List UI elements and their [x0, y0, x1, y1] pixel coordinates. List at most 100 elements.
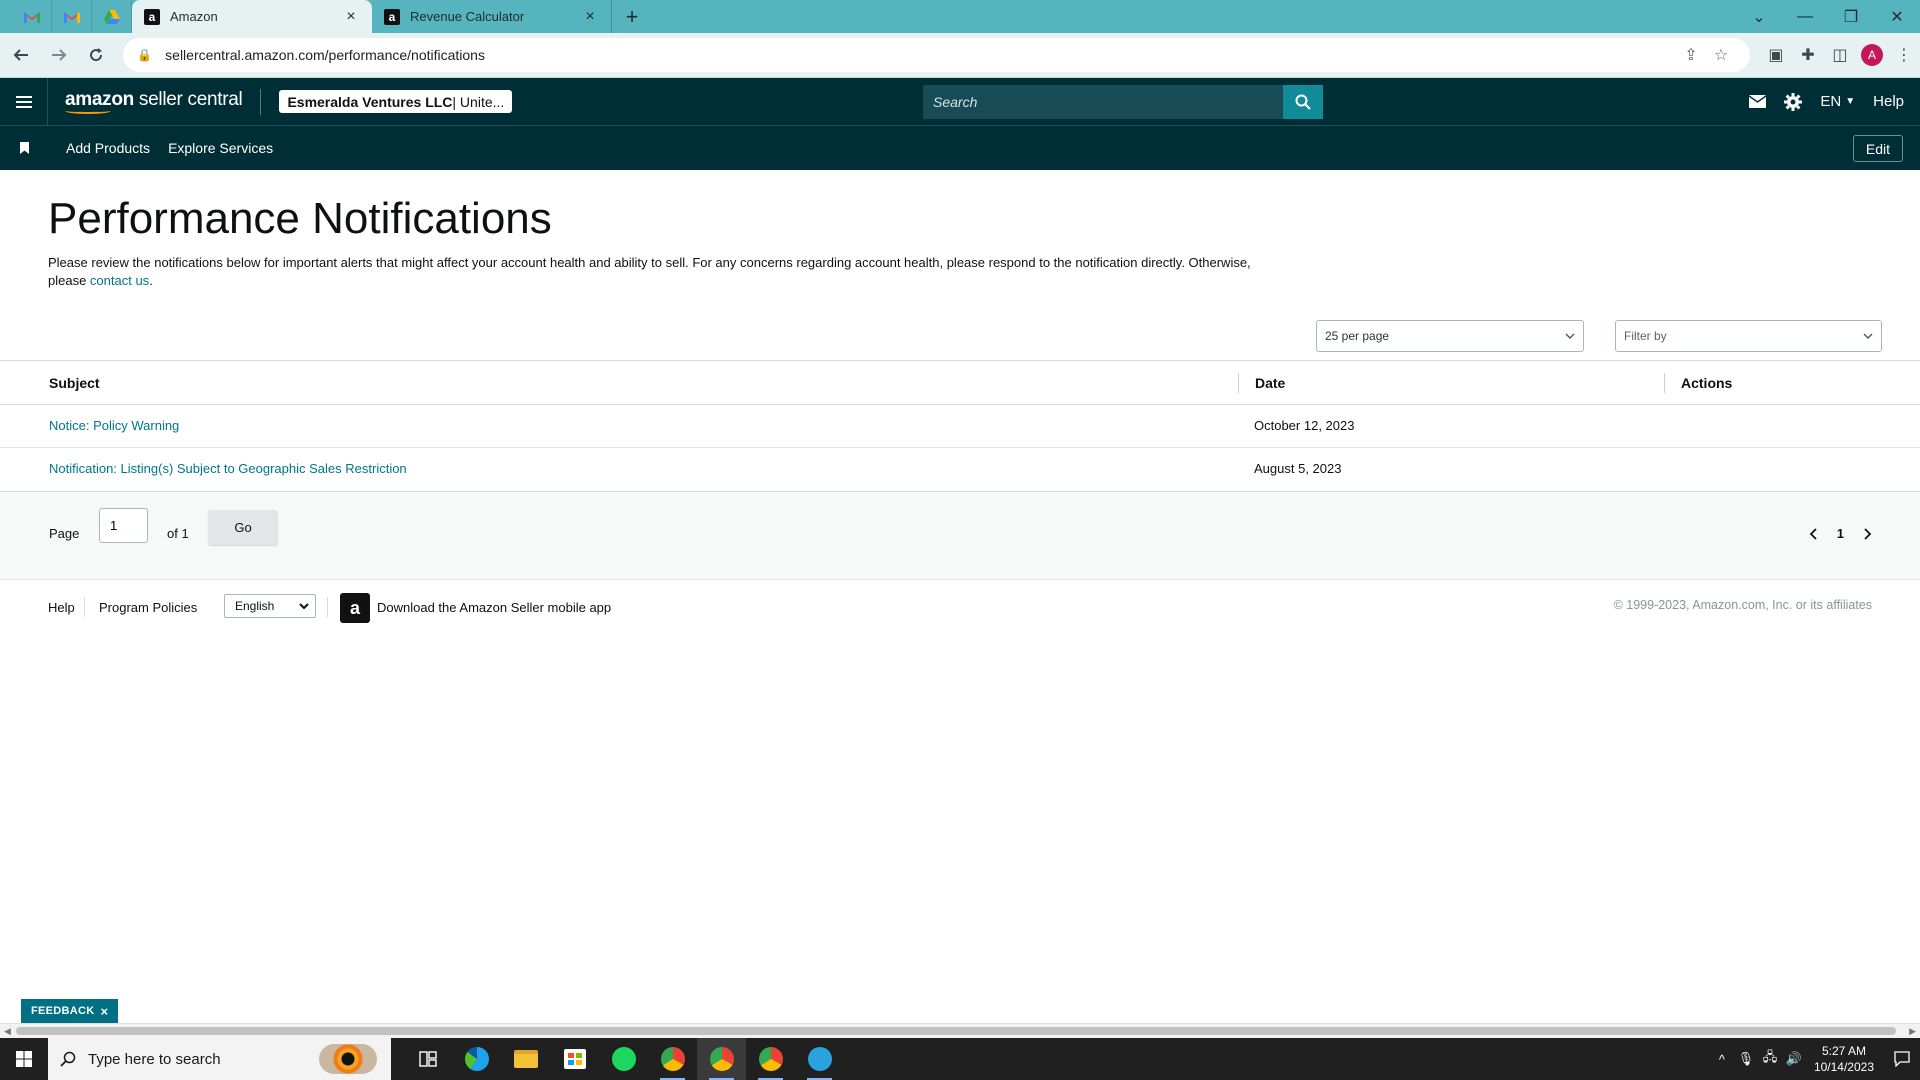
close-tab-icon[interactable]: × — [342, 8, 360, 26]
minimize-icon[interactable]: — — [1782, 0, 1828, 33]
extension-icon[interactable]: ▣ — [1760, 39, 1792, 71]
telegram-app[interactable] — [795, 1038, 844, 1080]
address-bar[interactable]: 🔒 sellercentral.amazon.com/performance/n… — [123, 38, 1750, 72]
windows-logo-icon — [16, 1051, 32, 1067]
language-selector[interactable]: EN ▼ — [1820, 93, 1855, 110]
store-icon — [563, 1049, 586, 1069]
tab-amazon[interactable]: a Amazon × — [132, 0, 372, 33]
search-button[interactable] — [1283, 85, 1323, 119]
chevron-right-icon[interactable] — [1862, 527, 1872, 540]
per-page-select[interactable]: 25 per page — [1316, 320, 1584, 352]
filter-by-select[interactable]: Filter by — [1615, 320, 1882, 352]
taskbar-apps — [403, 1038, 844, 1080]
taskbar-search[interactable]: Type here to search — [48, 1038, 391, 1080]
edge-app[interactable] — [452, 1038, 501, 1080]
store-app[interactable] — [550, 1038, 599, 1080]
amazon-seller-app-icon[interactable]: a — [340, 593, 370, 623]
back-button[interactable] — [4, 38, 38, 72]
seller-central-header: amazon seller central Esmeralda Ventures… — [0, 78, 1920, 125]
spotify-app[interactable] — [599, 1038, 648, 1080]
chevron-up-icon[interactable]: ^ — [1710, 1052, 1734, 1067]
bookmark-button[interactable] — [0, 142, 48, 154]
chevron-left-icon[interactable] — [1809, 527, 1819, 540]
column-header-date[interactable]: Date — [1255, 375, 1285, 391]
close-tab-icon[interactable]: × — [581, 8, 599, 26]
file-explorer-app[interactable] — [501, 1038, 550, 1080]
profile-avatar[interactable]: A — [1860, 44, 1883, 66]
chrome-app[interactable] — [648, 1038, 697, 1080]
google-drive-icon — [103, 9, 120, 24]
gmail-pinned-tab[interactable] — [12, 0, 52, 33]
taskbar-search-placeholder: Type here to search — [88, 1050, 221, 1068]
current-page-number[interactable]: 1 — [1837, 526, 1844, 541]
amazon-smile-icon — [65, 108, 111, 114]
tab-search-icon[interactable]: ⌄ — [1736, 0, 1782, 33]
seller-central-logo[interactable]: amazon seller central — [65, 90, 243, 114]
column-header-subject[interactable]: Subject — [49, 375, 100, 391]
notifications-button[interactable] — [1884, 1051, 1920, 1067]
start-button[interactable] — [0, 1038, 48, 1080]
arrow-right-icon — [51, 49, 66, 61]
nav-explore-services[interactable]: Explore Services — [168, 140, 273, 156]
reload-icon — [90, 48, 103, 62]
reload-button[interactable] — [79, 38, 113, 72]
page-number-input[interactable] — [99, 508, 148, 543]
feedback-button[interactable]: FEEDBACK × — [21, 999, 119, 1023]
task-view-icon — [418, 1051, 437, 1067]
menu-button[interactable] — [0, 78, 48, 125]
description-end: . — [149, 273, 153, 288]
side-panel-icon[interactable]: ◫ — [1824, 39, 1856, 71]
bookmark-star-icon[interactable]: ☆ — [1706, 45, 1736, 65]
nav-add-products[interactable]: Add Products — [66, 140, 150, 156]
seller-search — [923, 85, 1323, 119]
scroll-right-icon[interactable]: ▶ — [1909, 1026, 1916, 1037]
caret-down-icon — [299, 603, 309, 610]
tab-revenue-calculator[interactable]: a Revenue Calculator × — [372, 0, 612, 33]
gmail-pinned-tab-2[interactable] — [52, 0, 92, 33]
scrollbar-thumb[interactable] — [16, 1027, 1896, 1035]
footer-help-link[interactable]: Help — [48, 600, 75, 615]
notification-subject-link[interactable]: Notification: Listing(s) Subject to Geog… — [49, 461, 407, 476]
folder-icon — [513, 1050, 538, 1068]
restore-icon[interactable]: ❐ — [1828, 0, 1874, 33]
account-switcher[interactable]: Esmeralda Ventures LLC | Unite... — [279, 90, 513, 113]
kebab-menu-icon[interactable]: ⋮ — [1888, 39, 1920, 71]
windows-taskbar: Type here to search ^ 🎙 🖧 🔊 5:27 AM 10/1… — [0, 1038, 1920, 1080]
edge-icon — [464, 1047, 489, 1071]
column-divider — [1664, 373, 1665, 393]
horizontal-scrollbar[interactable]: ◀ ▶ — [0, 1023, 1920, 1038]
scroll-left-icon[interactable]: ◀ — [4, 1026, 11, 1037]
search-input[interactable] — [923, 85, 1283, 119]
search-icon — [60, 1051, 76, 1067]
puzzle-icon[interactable]: ✚ — [1792, 39, 1824, 71]
new-tab-button[interactable]: + — [612, 0, 652, 33]
close-window-icon[interactable]: ✕ — [1874, 0, 1920, 33]
forward-button[interactable] — [42, 38, 76, 72]
task-view-button[interactable] — [403, 1038, 452, 1080]
drive-pinned-tab[interactable] — [92, 0, 132, 33]
chevron-down-icon — [1863, 333, 1873, 339]
help-link[interactable]: Help — [1873, 93, 1904, 110]
gear-icon — [1784, 92, 1803, 111]
chrome-profile-app[interactable] — [697, 1038, 746, 1080]
footer-language-select[interactable]: English — [224, 594, 316, 618]
contact-us-link[interactable]: contact us — [90, 273, 149, 288]
notification-icon — [1894, 1051, 1910, 1067]
download-app-link[interactable]: Download the Amazon Seller mobile app — [377, 600, 611, 615]
close-icon[interactable]: × — [101, 1004, 109, 1019]
browser-tab-strip: a Amazon × a Revenue Calculator × + ⌄ — … — [0, 0, 1920, 33]
footer-program-policies-link[interactable]: Program Policies — [99, 600, 197, 615]
chrome-app-2[interactable] — [746, 1038, 795, 1080]
clock[interactable]: 5:27 AM 10/14/2023 — [1814, 1043, 1874, 1075]
microphone-icon[interactable]: 🎙 — [1734, 1051, 1758, 1067]
settings-button[interactable] — [1784, 92, 1803, 111]
network-icon[interactable]: 🖧 — [1758, 1048, 1782, 1070]
notification-subject-link[interactable]: Notice: Policy Warning — [49, 418, 179, 433]
amazon-favicon-icon: a — [144, 8, 160, 25]
share-icon[interactable]: ⇪ — [1676, 45, 1706, 65]
edit-bookmarks-button[interactable]: Edit — [1852, 135, 1903, 162]
go-button[interactable]: Go — [208, 510, 278, 545]
chevron-down-icon — [1565, 333, 1575, 339]
messages-button[interactable] — [1749, 95, 1767, 108]
volume-icon[interactable]: 🔊 — [1782, 1051, 1806, 1067]
